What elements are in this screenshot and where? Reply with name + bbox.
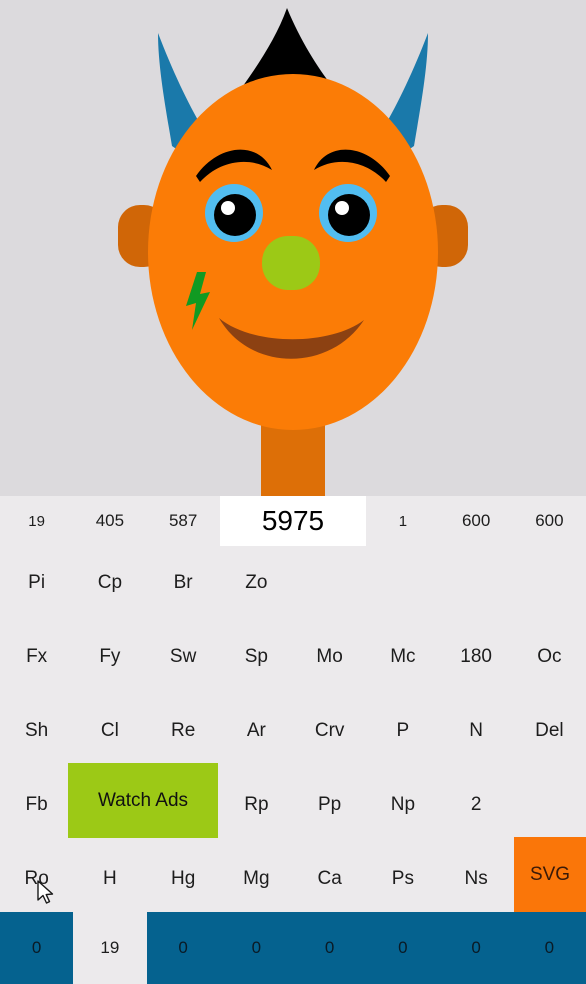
counter-cell-7[interactable]: 0 [512, 912, 586, 984]
key-pi[interactable]: Pi [0, 546, 73, 620]
eye-left-glint [221, 201, 235, 215]
counter-cell-0[interactable]: 0 [0, 912, 74, 984]
key-fy[interactable]: Fy [73, 620, 146, 694]
counter-bar: 0 19 0 0 0 0 0 0 [0, 912, 586, 984]
eye-left-pupil [214, 194, 256, 236]
key-ca[interactable]: Ca [293, 842, 366, 916]
key-2[interactable]: 2 [440, 768, 513, 842]
key-sw[interactable]: Sw [147, 620, 220, 694]
eye-right-glint [335, 201, 349, 215]
counter-cell-4[interactable]: 0 [293, 912, 367, 984]
key-cl[interactable]: Cl [73, 694, 146, 768]
key-re[interactable]: Re [147, 694, 220, 768]
svg-button[interactable]: SVG [514, 837, 586, 912]
counter-cell-5[interactable]: 0 [366, 912, 440, 984]
key-del[interactable]: Del [513, 694, 586, 768]
key-blank-0-4 [293, 546, 366, 620]
counter-cell-6[interactable]: 0 [439, 912, 513, 984]
key-rp[interactable]: Rp [220, 768, 293, 842]
monster-avatar-svg [0, 0, 586, 496]
counter-cell-1[interactable]: 19 [73, 912, 147, 984]
key-blank-3-7 [513, 768, 586, 842]
key-fb[interactable]: Fb [0, 768, 73, 842]
key-n[interactable]: N [440, 694, 513, 768]
nose [262, 236, 320, 290]
counter-cell-3[interactable]: 0 [219, 912, 293, 984]
key-ro[interactable]: Ro [0, 842, 73, 916]
key-p[interactable]: P [366, 694, 439, 768]
key-blank-0-5 [366, 546, 439, 620]
value-cell-5[interactable]: 600 [440, 496, 513, 546]
key-pp[interactable]: Pp [293, 768, 366, 842]
key-180[interactable]: 180 [440, 620, 513, 694]
key-ar[interactable]: Ar [220, 694, 293, 768]
key-ps[interactable]: Ps [366, 842, 439, 916]
value-cell-6[interactable]: 600 [513, 496, 586, 546]
key-sh[interactable]: Sh [0, 694, 73, 768]
counter-cell-2[interactable]: 0 [146, 912, 220, 984]
keypad-row-2: Sh Cl Re Ar Crv P N Del [0, 694, 586, 768]
key-fx[interactable]: Fx [0, 620, 73, 694]
key-mg[interactable]: Mg [220, 842, 293, 916]
key-mo[interactable]: Mo [293, 620, 366, 694]
value-cell-1[interactable]: 405 [73, 496, 146, 546]
key-hg[interactable]: Hg [147, 842, 220, 916]
keypad-row-1: Fx Fy Sw Sp Mo Mc 180 Oc [0, 620, 586, 694]
eye-right-pupil [328, 194, 370, 236]
key-cp[interactable]: Cp [73, 546, 146, 620]
key-blank-0-6 [440, 546, 513, 620]
value-cell-0[interactable]: 19 [0, 496, 73, 546]
key-crv[interactable]: Crv [293, 694, 366, 768]
key-np[interactable]: Np [366, 768, 439, 842]
key-mc[interactable]: Mc [366, 620, 439, 694]
value-row: 19 405 587 5975 1 600 600 [0, 496, 586, 546]
value-cell-4[interactable]: 1 [366, 496, 439, 546]
key-zo[interactable]: Zo [220, 546, 293, 620]
watch-ads-button[interactable]: Watch Ads [68, 763, 218, 838]
keypad-row-4: Ro H Hg Mg Ca Ps Ns [0, 842, 586, 916]
key-br[interactable]: Br [147, 546, 220, 620]
keypad: 19 405 587 5975 1 600 600 Pi Cp Br Zo Fx… [0, 496, 586, 912]
keypad-row-0: Pi Cp Br Zo [0, 546, 586, 620]
value-cell-selected[interactable]: 5975 [219, 496, 367, 546]
key-ns[interactable]: Ns [440, 842, 513, 916]
key-sp[interactable]: Sp [220, 620, 293, 694]
key-oc[interactable]: Oc [513, 620, 586, 694]
key-blank-0-7 [513, 546, 586, 620]
value-cell-2[interactable]: 587 [147, 496, 220, 546]
key-h[interactable]: H [73, 842, 146, 916]
avatar-stage [0, 0, 586, 496]
